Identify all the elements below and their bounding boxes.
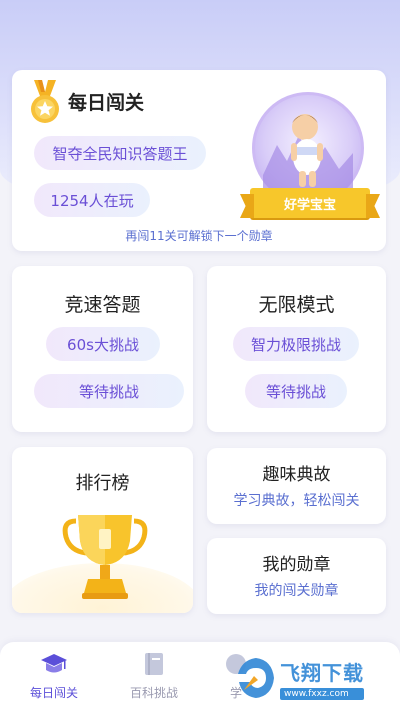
fun-stories-subtitle: 学习典故，轻松闯关 (233, 493, 360, 509)
trophy-icon (62, 515, 148, 599)
nav-label-daily: 每日闯关 (29, 686, 78, 700)
nav-item-encyclopedia[interactable]: 百科挑战 (114, 650, 194, 701)
infinite-title: 无限模式 (258, 294, 335, 316)
daily-title: 每日闯关 (68, 92, 145, 114)
fun-stories-title: 趣味典故 (262, 465, 331, 485)
infinite-tag-challenge: 智力极限挑战 (233, 327, 359, 361)
watermark-logo-icon (238, 658, 274, 698)
speed-tag-status: 等待挑战 (34, 374, 184, 408)
daily-challenge-card[interactable]: 每日闯关 智夺全民知识答题王 1254人在玩 好学宝宝 再闯11关可解锁下一个勋… (12, 70, 386, 251)
unlock-hint: 再闯11关可解锁下一个勋章 (125, 229, 273, 243)
daily-tag-knowledge: 智夺全民知识答题王 (34, 136, 206, 170)
nav-item-daily[interactable]: 每日闯关 (14, 650, 94, 701)
leaderboard-card[interactable]: 排行榜 (12, 447, 193, 613)
speed-title: 竞速答题 (64, 294, 141, 316)
fun-stories-card[interactable]: 趣味典故 学习典故，轻松闯关 (207, 448, 386, 524)
my-medals-title: 我的勋章 (262, 555, 331, 575)
baby-icon (263, 114, 353, 201)
graduation-cap-icon (41, 654, 67, 673)
medal-icon (31, 80, 59, 123)
nav-label-encyclopedia: 百科挑战 (129, 686, 178, 700)
watermark-en: www.fxxz.com (280, 687, 364, 700)
infinite-mode-card[interactable]: 无限模式 智力极限挑战 等待挑战 (207, 266, 386, 432)
watermark-cn: 飞翔下载 (280, 660, 364, 685)
watermark: 飞翔下载 www.fxxz.com (236, 650, 392, 706)
my-medals-card[interactable]: 我的勋章 我的闯关勋章 (207, 538, 386, 614)
speed-quiz-card[interactable]: 竞速答题 60s大挑战 等待挑战 (12, 266, 193, 432)
leaderboard-title: 排行榜 (75, 473, 130, 494)
book-icon (145, 653, 163, 675)
daily-tag-players: 1254人在玩 (34, 183, 150, 217)
my-medals-subtitle: 我的闯关勋章 (254, 583, 339, 599)
speed-tag-challenge: 60s大挑战 (46, 327, 160, 361)
infinite-tag-status: 等待挑战 (245, 374, 347, 408)
badge-ribbon: 好学宝宝 (250, 188, 370, 218)
